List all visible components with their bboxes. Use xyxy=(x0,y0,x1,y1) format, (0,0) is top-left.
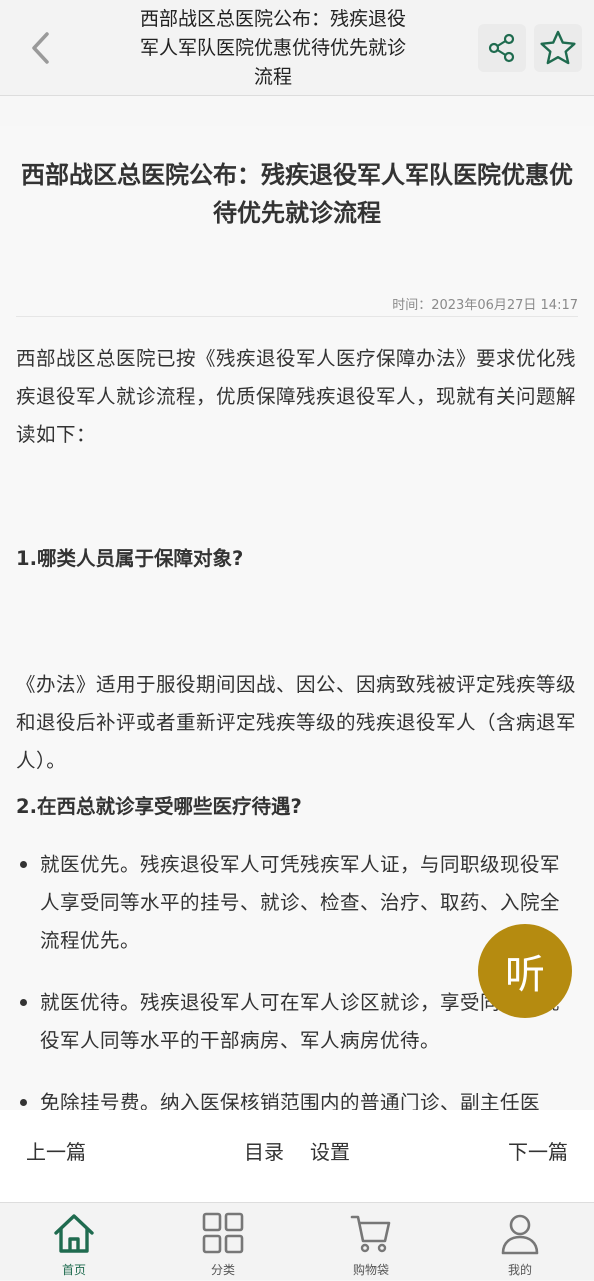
share-button[interactable] xyxy=(478,24,526,72)
header-title: 西部战区总医院公布：残疾退役军人军队医院优惠优待优先就诊流程 xyxy=(139,8,406,88)
divider xyxy=(16,316,578,317)
listen-button[interactable]: 听 xyxy=(478,924,572,1018)
tab-profile[interactable]: 我的 xyxy=(465,1203,575,1281)
list-item-text: 免除挂号费。纳入医保核销范围内的普通门诊、副主任医 xyxy=(40,1091,541,1110)
list-item: 免除挂号费。纳入医保核销范围内的普通门诊、副主任医 xyxy=(16,1084,578,1110)
tab-label: 首页 xyxy=(61,1263,86,1277)
user-icon xyxy=(501,1214,539,1255)
tab-label: 分类 xyxy=(210,1263,235,1277)
article-title: 西部战区总医院公布：残疾退役军人军队医院优惠优待优先就诊流程 xyxy=(21,161,573,227)
home-icon xyxy=(54,1214,94,1253)
question-heading-1: 1.哪类人员属于保障对象? xyxy=(16,547,244,570)
tab-category[interactable]: 分类 xyxy=(168,1203,278,1281)
bullet-dot xyxy=(20,999,27,1006)
star-icon xyxy=(540,30,576,65)
grid-icon xyxy=(202,1212,244,1254)
bullet-dot xyxy=(20,861,27,868)
next-article-button[interactable]: 下一篇 xyxy=(508,1136,568,1165)
table-of-contents-button[interactable]: 目录 xyxy=(244,1136,284,1165)
article-time: 时间：2023年06月27日 14:17 xyxy=(392,298,578,313)
favorite-button[interactable] xyxy=(534,24,582,72)
top-nav-bar: 西部战区总医院公布：残疾退役军人军队医院优惠优待优先就诊流程 xyxy=(0,0,594,96)
tab-label: 我的 xyxy=(507,1263,532,1277)
bullet-dot xyxy=(20,1099,27,1106)
chevron-left-icon xyxy=(32,32,49,64)
bottom-tab-bar: 首页 分类 购物袋 我的 xyxy=(0,1202,594,1280)
share-icon xyxy=(488,33,515,63)
settings-button[interactable]: 设置 xyxy=(310,1136,350,1165)
answer-paragraph-1: 《办法》适用于服役期间因战、因公、因病致残被评定残疾等级和退役后补评或者重新评定… xyxy=(16,673,577,772)
intro-paragraph: 西部战区总医院已按《残疾退役军人医疗保障办法》要求优化残疾退役军人就诊流程，优质… xyxy=(16,347,577,446)
tab-label: 购物袋 xyxy=(352,1263,389,1277)
cart-icon xyxy=(350,1215,391,1253)
back-button[interactable] xyxy=(22,28,58,68)
question-heading-2: 2.在西总就诊享受哪些医疗待遇? xyxy=(16,795,302,818)
previous-article-button[interactable]: 上一篇 xyxy=(26,1136,86,1165)
tab-shopping-bag[interactable]: 购物袋 xyxy=(316,1203,426,1281)
tab-home[interactable]: 首页 xyxy=(19,1203,129,1281)
reader-nav-bar: 上一篇 目录 设置 下一篇 xyxy=(0,1110,594,1202)
